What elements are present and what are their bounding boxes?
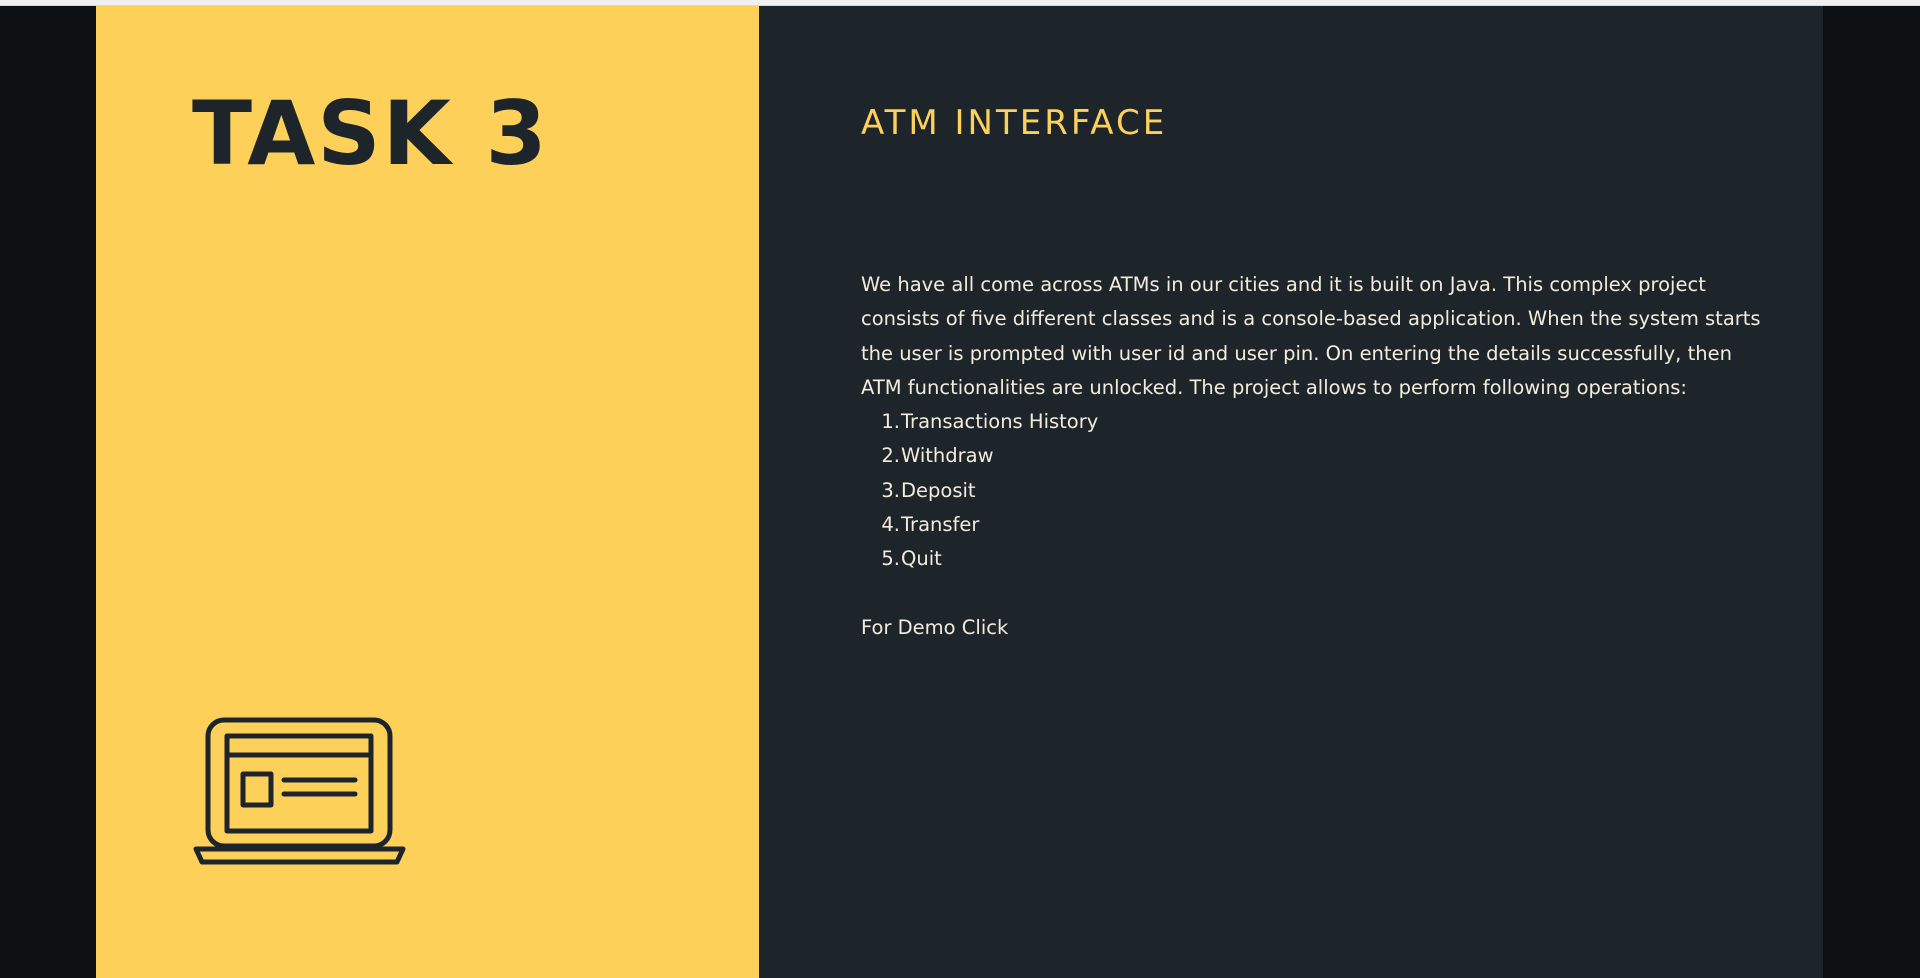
left-panel: TASK 3 — [96, 6, 759, 978]
task-title: TASK 3 — [192, 82, 549, 185]
operations-list: 1. Transactions History 2. Withdraw 3. D… — [861, 405, 1761, 576]
operation-label: Deposit — [901, 478, 976, 502]
operation-label: Withdraw — [901, 444, 994, 468]
list-item: 5. Quit — [861, 542, 1761, 576]
list-number: 5. — [881, 547, 900, 571]
list-item: 1. Transactions History — [861, 405, 1761, 439]
list-item: 3. Deposit — [861, 474, 1761, 508]
laptop-card-icon — [193, 717, 406, 865]
project-description: We have all come across ATMs in our citi… — [861, 273, 1761, 399]
operation-label: Transactions History — [901, 410, 1099, 434]
operation-label: Transfer — [901, 513, 980, 537]
operation-label: Quit — [901, 547, 942, 571]
list-number: 1. — [881, 410, 900, 434]
list-item: 2. Withdraw — [861, 439, 1761, 473]
list-number: 4. — [881, 513, 900, 537]
right-panel: ATM INTERFACE We have all come across AT… — [759, 6, 1823, 978]
slide-stage: TASK 3 ATM INTERFACE We have all come ac… — [0, 6, 1920, 978]
project-content: We have all come across ATMs in our citi… — [861, 268, 1761, 645]
project-title: ATM INTERFACE — [861, 103, 1168, 143]
list-item: 4. Transfer — [861, 508, 1761, 542]
list-number: 2. — [881, 444, 900, 468]
list-number: 3. — [881, 478, 900, 502]
demo-link[interactable]: For Demo Click — [861, 611, 1761, 645]
